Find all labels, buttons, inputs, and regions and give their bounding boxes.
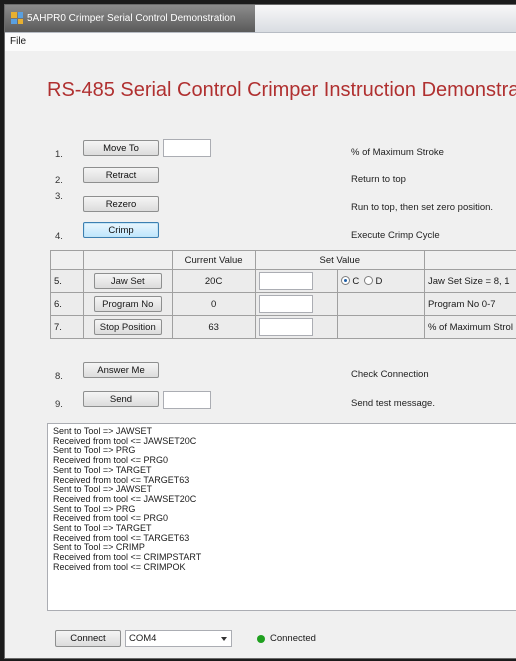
- grid-empty-cell: [337, 315, 425, 339]
- stop-position-current: 63: [171, 315, 256, 339]
- send-input[interactable]: [163, 391, 211, 409]
- grid-row-number: 7.: [50, 315, 84, 339]
- answer-me-button[interactable]: Answer Me: [83, 362, 159, 378]
- jaw-set-input[interactable]: [258, 272, 313, 290]
- send-button[interactable]: Send: [83, 391, 159, 407]
- window-title: 5AHPR0 Crimper Serial Control Demonstrat…: [27, 13, 236, 24]
- grid-row-program-no: 6. Program No 0 Program No 0-7: [50, 292, 516, 316]
- log-line: Received from tool <= CRIMPOK: [53, 561, 186, 572]
- grid-row-stop-position: 7. Stop Position 63 % of Maximum Strol: [50, 315, 516, 339]
- rezero-button[interactable]: Rezero: [83, 196, 159, 212]
- command-number: 4.: [55, 231, 63, 242]
- program-no-input-cell: [254, 292, 339, 316]
- jaw-set-radio-cell: C D: [337, 269, 425, 293]
- grid-header-blank: [423, 250, 516, 270]
- title-tab: 5AHPR0 Crimper Serial Control Demonstrat…: [5, 5, 255, 32]
- grid-header-blank: [82, 250, 173, 270]
- jaw-set-current: 20C: [171, 269, 256, 293]
- move-to-input[interactable]: [163, 139, 211, 157]
- grid-row-number: 5.: [50, 269, 84, 293]
- command-number: 8.: [55, 371, 63, 382]
- stop-position-description: % of Maximum Strol: [423, 315, 516, 339]
- jaw-set-input-cell: [254, 269, 339, 293]
- jaw-set-button[interactable]: Jaw Set: [93, 273, 162, 289]
- grid-row-jaw-set: 5. Jaw Set 20C C D Jaw Set Size = 8, 1: [50, 269, 516, 293]
- grid-button-cell: Jaw Set: [82, 269, 173, 293]
- move-to-button[interactable]: Move To: [83, 140, 159, 156]
- grid-button-cell: Stop Position: [82, 315, 173, 339]
- connect-button[interactable]: Connect: [55, 630, 121, 647]
- app-icon: [11, 12, 23, 24]
- grid-row-number: 6.: [50, 292, 84, 316]
- menu-bar: File: [5, 33, 516, 51]
- title-bar: 5AHPR0 Crimper Serial Control Demonstrat…: [5, 5, 516, 33]
- program-no-input[interactable]: [258, 295, 313, 313]
- grid-header-current: Current Value: [171, 250, 256, 270]
- grid-header-set: Set Value: [254, 250, 425, 270]
- radio-d[interactable]: [364, 276, 374, 286]
- grid-button-cell: Program No: [82, 292, 173, 316]
- crimp-button[interactable]: Crimp: [83, 222, 159, 238]
- grid-header-row: Current Value Set Value: [50, 250, 516, 270]
- program-no-description: Program No 0-7: [423, 292, 516, 316]
- grid-empty-cell: [337, 292, 425, 316]
- command-number: 3.: [55, 191, 63, 202]
- program-no-current: 0: [171, 292, 256, 316]
- stop-position-input[interactable]: [258, 318, 313, 336]
- grid-header-blank: [50, 250, 84, 270]
- app-window: 5AHPR0 Crimper Serial Control Demonstrat…: [4, 4, 516, 659]
- radio-d-label: D: [375, 275, 383, 287]
- connection-status-icon: [257, 635, 265, 643]
- program-no-button[interactable]: Program No: [93, 296, 162, 312]
- connection-status: Connected: [270, 633, 316, 644]
- rezero-description: Run to top, then set zero position.: [351, 202, 494, 213]
- crimp-description: Execute Crimp Cycle: [351, 230, 440, 241]
- chevron-down-icon: [221, 637, 227, 641]
- message-log[interactable]: Sent to Tool => JAWSET Received from too…: [47, 423, 516, 611]
- command-number: 9.: [55, 399, 63, 410]
- send-description: Send test message.: [351, 398, 435, 409]
- port-select-value: COM4: [129, 633, 157, 644]
- retract-button[interactable]: Retract: [83, 167, 159, 183]
- answer-me-description: Check Connection: [351, 369, 429, 380]
- stop-position-button[interactable]: Stop Position: [93, 319, 162, 335]
- menu-file[interactable]: File: [10, 36, 26, 47]
- page-heading: RS-485 Serial Control Crimper Instructio…: [47, 79, 516, 101]
- radio-c-label: C: [352, 275, 360, 287]
- settings-grid: Current Value Set Value 5. Jaw Set 20C C…: [50, 250, 516, 339]
- jaw-set-description: Jaw Set Size = 8, 1: [423, 269, 516, 293]
- move-to-description: % of Maximum Stroke: [351, 147, 444, 158]
- command-number: 1.: [55, 149, 63, 160]
- radio-c[interactable]: [341, 276, 351, 286]
- stop-position-input-cell: [254, 315, 339, 339]
- command-number: 2.: [55, 175, 63, 186]
- port-select[interactable]: COM4: [125, 630, 232, 647]
- retract-description: Return to top: [351, 174, 406, 185]
